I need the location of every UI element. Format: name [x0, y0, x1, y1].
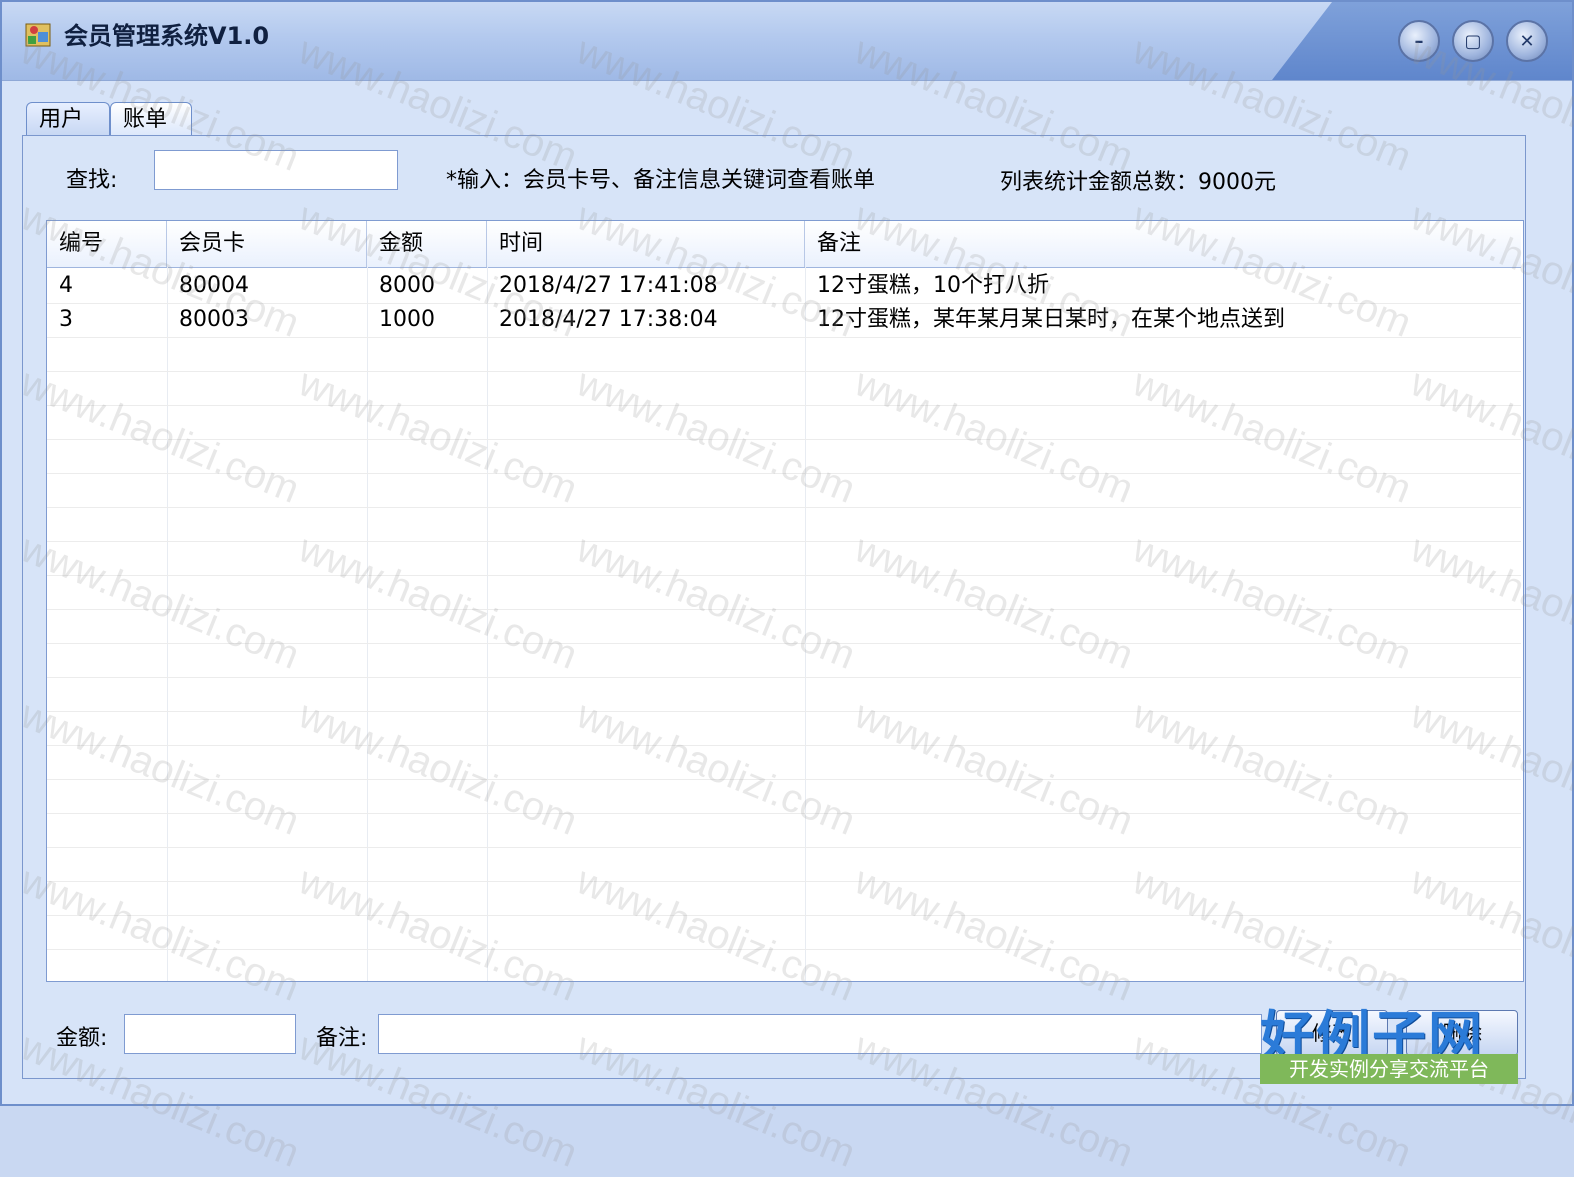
grid-line	[47, 915, 1521, 916]
column-header-id[interactable]: 编号	[47, 221, 167, 267]
cell-time: 2018/4/27 17:41:08	[499, 273, 718, 298]
maximize-icon: ▢	[1464, 30, 1482, 52]
maximize-button[interactable]: ▢	[1452, 20, 1494, 62]
table-header: 编号 会员卡 金额 时间 备注	[47, 221, 1521, 268]
grid-line	[47, 847, 1521, 848]
window-title: 会员管理系统V1.0	[64, 22, 270, 50]
tab-bills[interactable]: 账单	[110, 102, 192, 136]
close-button[interactable]: ✕	[1506, 20, 1548, 62]
cell-amount: 1000	[379, 307, 435, 332]
grid-line	[167, 267, 168, 981]
logo-main-text: 好例子网	[1260, 1005, 1484, 1068]
grid-line	[47, 745, 1521, 746]
site-logo: 好例子网 开发实例分享交流平台	[1260, 992, 1518, 1094]
cell-note: 12寸蛋糕，某年某月某日某时，在某个地点送到	[817, 307, 1285, 332]
main-window: 会员管理系统V1.0 – ▢ ✕ 用户 账单 查找: *输入：会员卡号、备注信息…	[0, 0, 1574, 1176]
tab-users[interactable]: 用户	[26, 102, 110, 136]
grid-line	[47, 439, 1521, 440]
cell-id: 4	[59, 273, 73, 298]
column-header-amount[interactable]: 金额	[367, 221, 487, 267]
column-header-card[interactable]: 会员卡	[167, 221, 367, 267]
grid-line	[47, 711, 1521, 712]
cell-amount: 8000	[379, 273, 435, 298]
grid-line	[367, 267, 368, 981]
grid-line	[47, 405, 1521, 406]
grid-line	[487, 267, 488, 981]
table-row[interactable]: 3 80003 1000 2018/4/27 17:38:04 12寸蛋糕，某年…	[47, 303, 1521, 337]
minimize-icon: –	[1414, 30, 1424, 52]
grid-line	[47, 949, 1521, 950]
grid-line	[47, 337, 1521, 338]
bills-table[interactable]: 编号 会员卡 金额 时间 备注 4 80004 8000 2018/4/27 1…	[46, 220, 1524, 982]
app-icon	[25, 23, 51, 47]
grid-line	[47, 575, 1521, 576]
grid-line	[47, 371, 1521, 372]
cell-note: 12寸蛋糕，10个打八折	[817, 273, 1049, 298]
grid-line	[47, 609, 1521, 610]
note-label: 备注:	[316, 1026, 368, 1051]
note-input[interactable]	[378, 1014, 1262, 1054]
cell-card: 80003	[179, 307, 249, 332]
cell-card: 80004	[179, 273, 249, 298]
close-icon: ✕	[1519, 30, 1535, 52]
search-label: 查找:	[66, 168, 118, 193]
column-header-note[interactable]: 备注	[805, 221, 1521, 267]
grid-line	[47, 643, 1521, 644]
table-row[interactable]: 4 80004 8000 2018/4/27 17:41:08 12寸蛋糕，10…	[47, 269, 1521, 303]
grid-line	[47, 473, 1521, 474]
cell-id: 3	[59, 307, 73, 332]
amount-input[interactable]	[124, 1014, 296, 1054]
minimize-button[interactable]: –	[1398, 20, 1440, 62]
grid-line	[47, 813, 1521, 814]
grid-line	[47, 677, 1521, 678]
grid-line	[47, 507, 1521, 508]
amount-label: 金额:	[56, 1026, 108, 1051]
title-bar[interactable]: 会员管理系统V1.0 – ▢ ✕	[2, 2, 1572, 81]
grid-line	[47, 881, 1521, 882]
column-header-time[interactable]: 时间	[487, 221, 805, 267]
total-amount-label: 列表统计金额总数：9000元	[1000, 170, 1276, 195]
grid-line	[47, 779, 1521, 780]
search-input[interactable]	[154, 150, 398, 190]
cell-time: 2018/4/27 17:38:04	[499, 307, 718, 332]
grid-line	[805, 267, 806, 981]
search-hint: *输入：会员卡号、备注信息关键词查看账单	[446, 168, 876, 193]
logo-subtitle: 开发实例分享交流平台	[1260, 1054, 1518, 1084]
grid-line	[47, 541, 1521, 542]
